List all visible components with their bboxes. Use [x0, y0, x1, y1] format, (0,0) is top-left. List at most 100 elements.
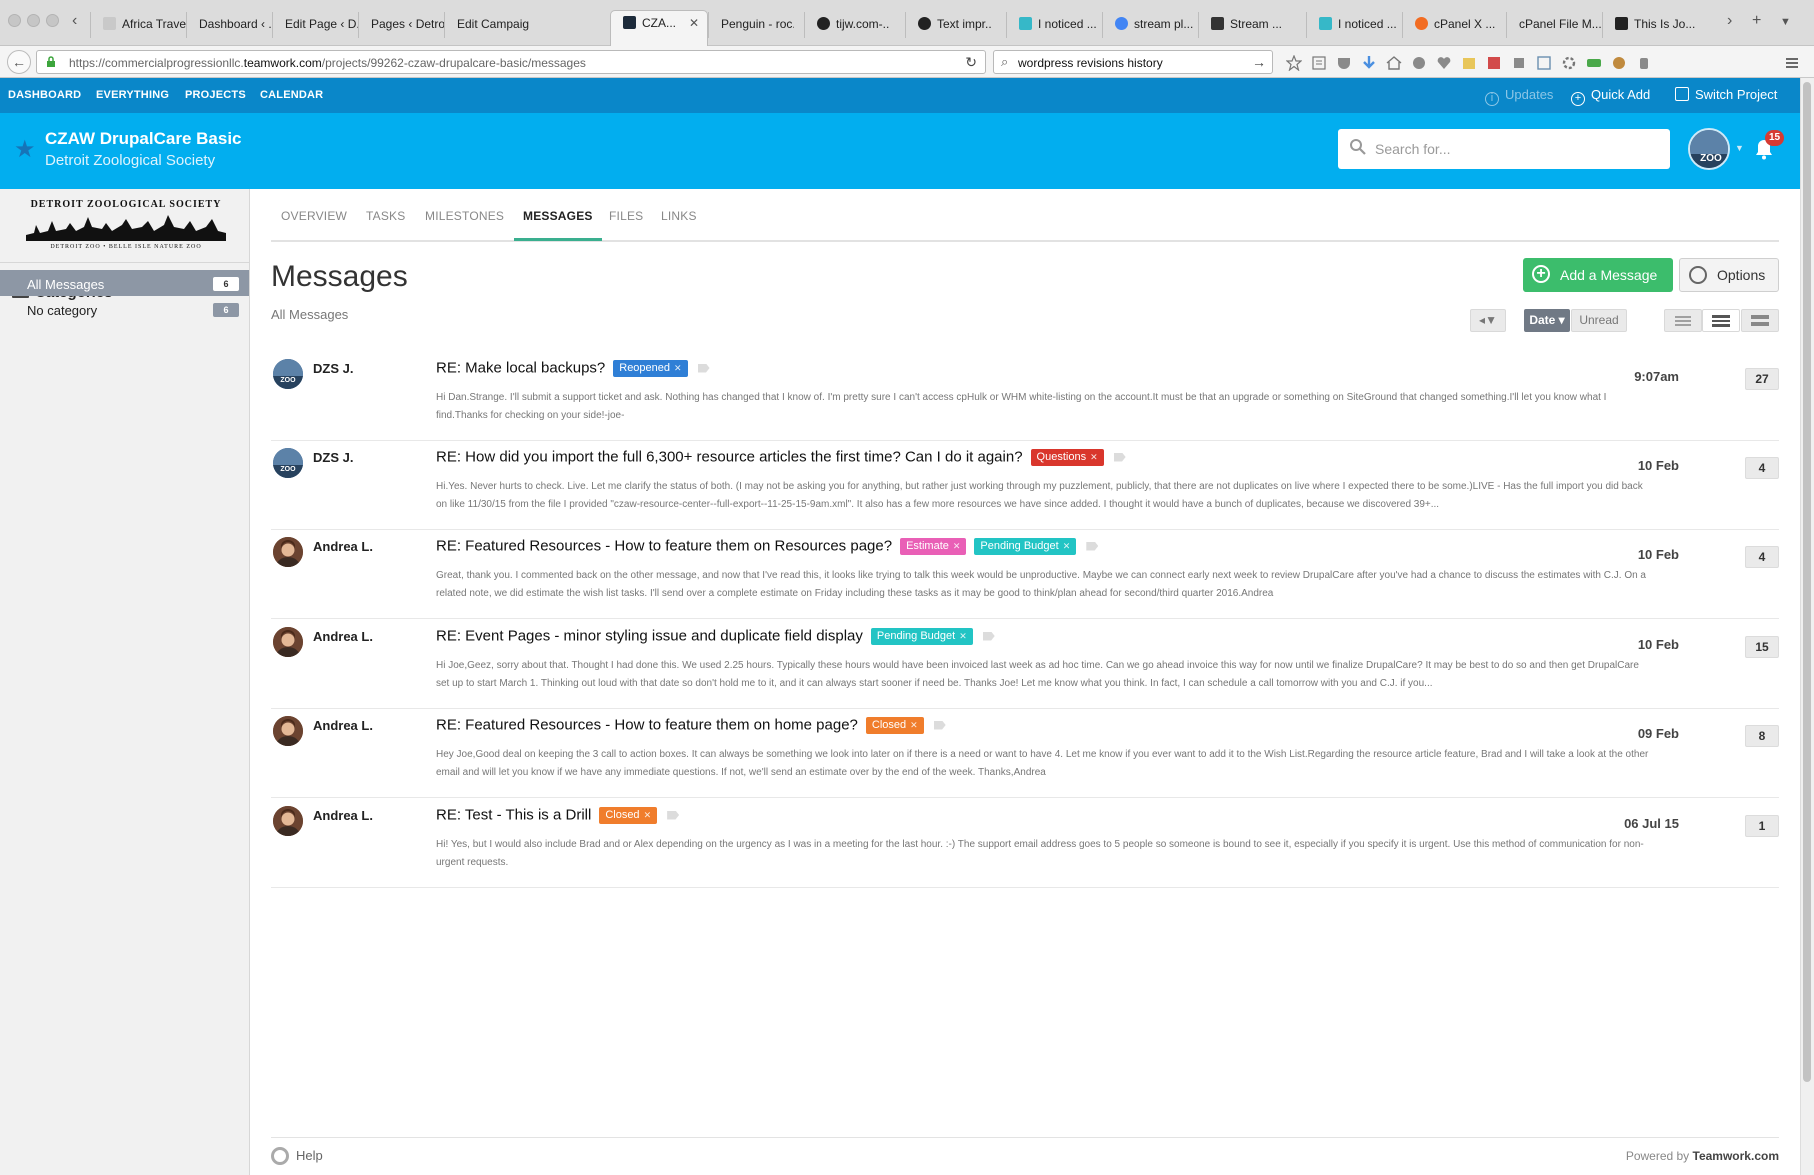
author-avatar[interactable]: ZOO [273, 359, 303, 389]
add-tag-icon[interactable] [667, 810, 680, 820]
close-tab-icon[interactable]: ✕ [689, 16, 699, 30]
tab-files[interactable]: FILES [609, 209, 643, 223]
download-arrow-icon[interactable] [1361, 55, 1377, 71]
message-row[interactable]: ZOO DZS J. RE: Make local backups? Reopened… [271, 351, 1779, 441]
message-subject-text[interactable]: RE: Make local backups? [436, 360, 605, 377]
reload-icon[interactable]: ↻ [965, 54, 977, 71]
browser-tab[interactable]: Penguin - roc... [708, 12, 794, 38]
category-all-messages[interactable]: All Messages 6 [0, 270, 249, 296]
nav-everything[interactable]: EVERYTHING [96, 89, 169, 101]
window-minimize-button[interactable] [27, 14, 40, 27]
user-avatar[interactable]: ZOO [1688, 128, 1730, 170]
settings-gear-icon[interactable] [1561, 55, 1577, 71]
author-name[interactable]: Andrea L. [313, 718, 373, 733]
tab-links[interactable]: LINKS [661, 209, 697, 223]
hamburger-menu-icon[interactable] [1784, 55, 1800, 71]
view-list-expanded-button[interactable] [1741, 309, 1779, 332]
chevron-down-icon[interactable]: ▼ [1735, 143, 1744, 153]
message-tag[interactable]: Pending Budget ✕ [870, 627, 973, 645]
remove-tag-icon[interactable]: ✕ [953, 541, 961, 551]
pocket-icon[interactable] [1336, 55, 1352, 71]
reading-list-icon[interactable] [1311, 55, 1327, 71]
author-avatar[interactable] [273, 716, 303, 746]
author-avatar[interactable]: ZOO [273, 448, 303, 478]
message-subject[interactable]: RE: Make local backups? Reopened ✕ [436, 359, 710, 377]
new-tab-icon[interactable]: + [1752, 12, 1761, 30]
comment-count-badge[interactable]: 8 [1745, 725, 1779, 747]
message-tag[interactable]: Closed ✕ [599, 806, 658, 824]
message-subject-text[interactable]: RE: Event Pages - minor styling issue an… [436, 628, 863, 645]
sort-unread-button[interactable]: Unread [1571, 309, 1627, 332]
message-tag[interactable]: Estimate ✕ [900, 537, 967, 555]
comment-count-badge[interactable]: 1 [1745, 815, 1779, 837]
tab-tasks[interactable]: TASKS [366, 209, 405, 223]
browser-tab[interactable]: I noticed ... [1306, 12, 1402, 38]
browser-tab[interactable]: tijw.com-... [804, 12, 890, 38]
back-arrow-icon[interactable]: ← [7, 50, 31, 74]
message-subject-text[interactable]: RE: Test - This is a Drill [436, 807, 591, 824]
tabs-scroll-left-icon[interactable]: ‹ [72, 12, 77, 30]
author-name[interactable]: DZS J. [313, 450, 353, 465]
add-message-button[interactable]: + Add a Message [1523, 258, 1673, 292]
bookmark-star-icon[interactable] [1286, 55, 1302, 71]
comment-count-badge[interactable]: 15 [1745, 636, 1779, 658]
extension-puzzle-icon[interactable] [1511, 55, 1527, 71]
tabs-scroll-right-icon[interactable]: › [1727, 12, 1732, 30]
favorite-star-icon[interactable]: ★ [14, 135, 36, 164]
browser-search-box[interactable]: ⌕ wordpress revisions history → [993, 50, 1273, 74]
message-tag[interactable]: Reopened ✕ [613, 359, 688, 377]
add-tag-icon[interactable] [697, 363, 710, 373]
extension-hand-icon[interactable] [1636, 55, 1652, 71]
author-avatar[interactable] [273, 806, 303, 836]
nav-projects[interactable]: PROJECTS [185, 89, 246, 101]
message-subject[interactable]: RE: Featured Resources - How to feature … [436, 537, 1099, 555]
remove-tag-icon[interactable]: ✕ [674, 363, 682, 373]
options-button[interactable]: Options [1679, 258, 1779, 292]
project-search-input[interactable]: Search for... [1338, 129, 1670, 169]
author-avatar[interactable] [273, 537, 303, 567]
browser-tab[interactable]: Text impr... [905, 12, 991, 38]
project-company[interactable]: Detroit Zoological Society [45, 152, 215, 169]
message-row[interactable]: Andrea L. RE: Featured Resources - How to… [271, 708, 1779, 798]
message-subject[interactable]: RE: Test - This is a Drill Closed ✕ [436, 806, 680, 824]
browser-tab[interactable]: Africa Travel ... [90, 12, 186, 38]
browser-tab[interactable]: Stream ... [1198, 12, 1294, 38]
remove-tag-icon[interactable]: ✕ [959, 631, 967, 641]
updates-link[interactable]: i Updates [1485, 87, 1553, 106]
author-avatar[interactable] [273, 627, 303, 657]
comment-count-badge[interactable]: 4 [1745, 546, 1779, 568]
message-subject-text[interactable]: RE: Featured Resources - How to feature … [436, 717, 858, 734]
message-row[interactable]: Andrea L. RE: Event Pages - minor styling… [271, 619, 1779, 709]
screenshot-icon[interactable] [1486, 55, 1502, 71]
browser-tab[interactable]: I noticed ... [1006, 12, 1102, 38]
add-tag-icon[interactable] [982, 631, 995, 641]
tab-milestones[interactable]: MILESTONES [425, 209, 504, 223]
switch-project-link[interactable]: Switch Project [1675, 87, 1777, 102]
page-scrollbar-thumb[interactable] [1803, 82, 1811, 1082]
sort-date-button[interactable]: Date ▾ [1524, 309, 1570, 332]
message-subject[interactable]: RE: Featured Resources - How to feature … [436, 716, 946, 734]
remove-tag-icon[interactable]: ✕ [1090, 452, 1098, 462]
browser-tab[interactable]: cPanel X ... [1402, 12, 1498, 38]
message-subject-text[interactable]: RE: Featured Resources - How to feature … [436, 538, 892, 555]
nav-calendar[interactable]: CALENDAR [260, 89, 323, 101]
message-subject[interactable]: RE: How did you import the full 6,300+ r… [436, 448, 1126, 466]
search-go-arrow-icon[interactable]: → [1252, 54, 1266, 70]
browser-tab[interactable]: This Is Jo... [1602, 12, 1698, 38]
message-subject-text[interactable]: RE: How did you import the full 6,300+ r… [436, 449, 1023, 466]
category-no-category[interactable]: No category 6 [0, 296, 249, 322]
message-row[interactable]: Andrea L. RE: Featured Resources - How to… [271, 529, 1779, 619]
notepad-icon[interactable] [1461, 55, 1477, 71]
author-name[interactable]: Andrea L. [313, 629, 373, 644]
add-tag-icon[interactable] [1086, 541, 1099, 551]
message-row[interactable]: ZOO DZS J. RE: How did you import the full… [271, 440, 1779, 530]
powered-by-text[interactable]: Powered by Teamwork.com [1626, 1149, 1779, 1163]
tab-messages[interactable]: MESSAGES [514, 209, 602, 241]
view-list-normal-button[interactable] [1702, 309, 1740, 332]
home-icon[interactable] [1386, 55, 1402, 71]
add-tag-icon[interactable] [1113, 452, 1126, 462]
message-tag[interactable]: Questions ✕ [1030, 448, 1104, 466]
comment-count-badge[interactable]: 27 [1745, 368, 1779, 390]
author-name[interactable]: Andrea L. [313, 808, 373, 823]
tab-list-chevron-icon[interactable]: ▼ [1780, 16, 1791, 28]
